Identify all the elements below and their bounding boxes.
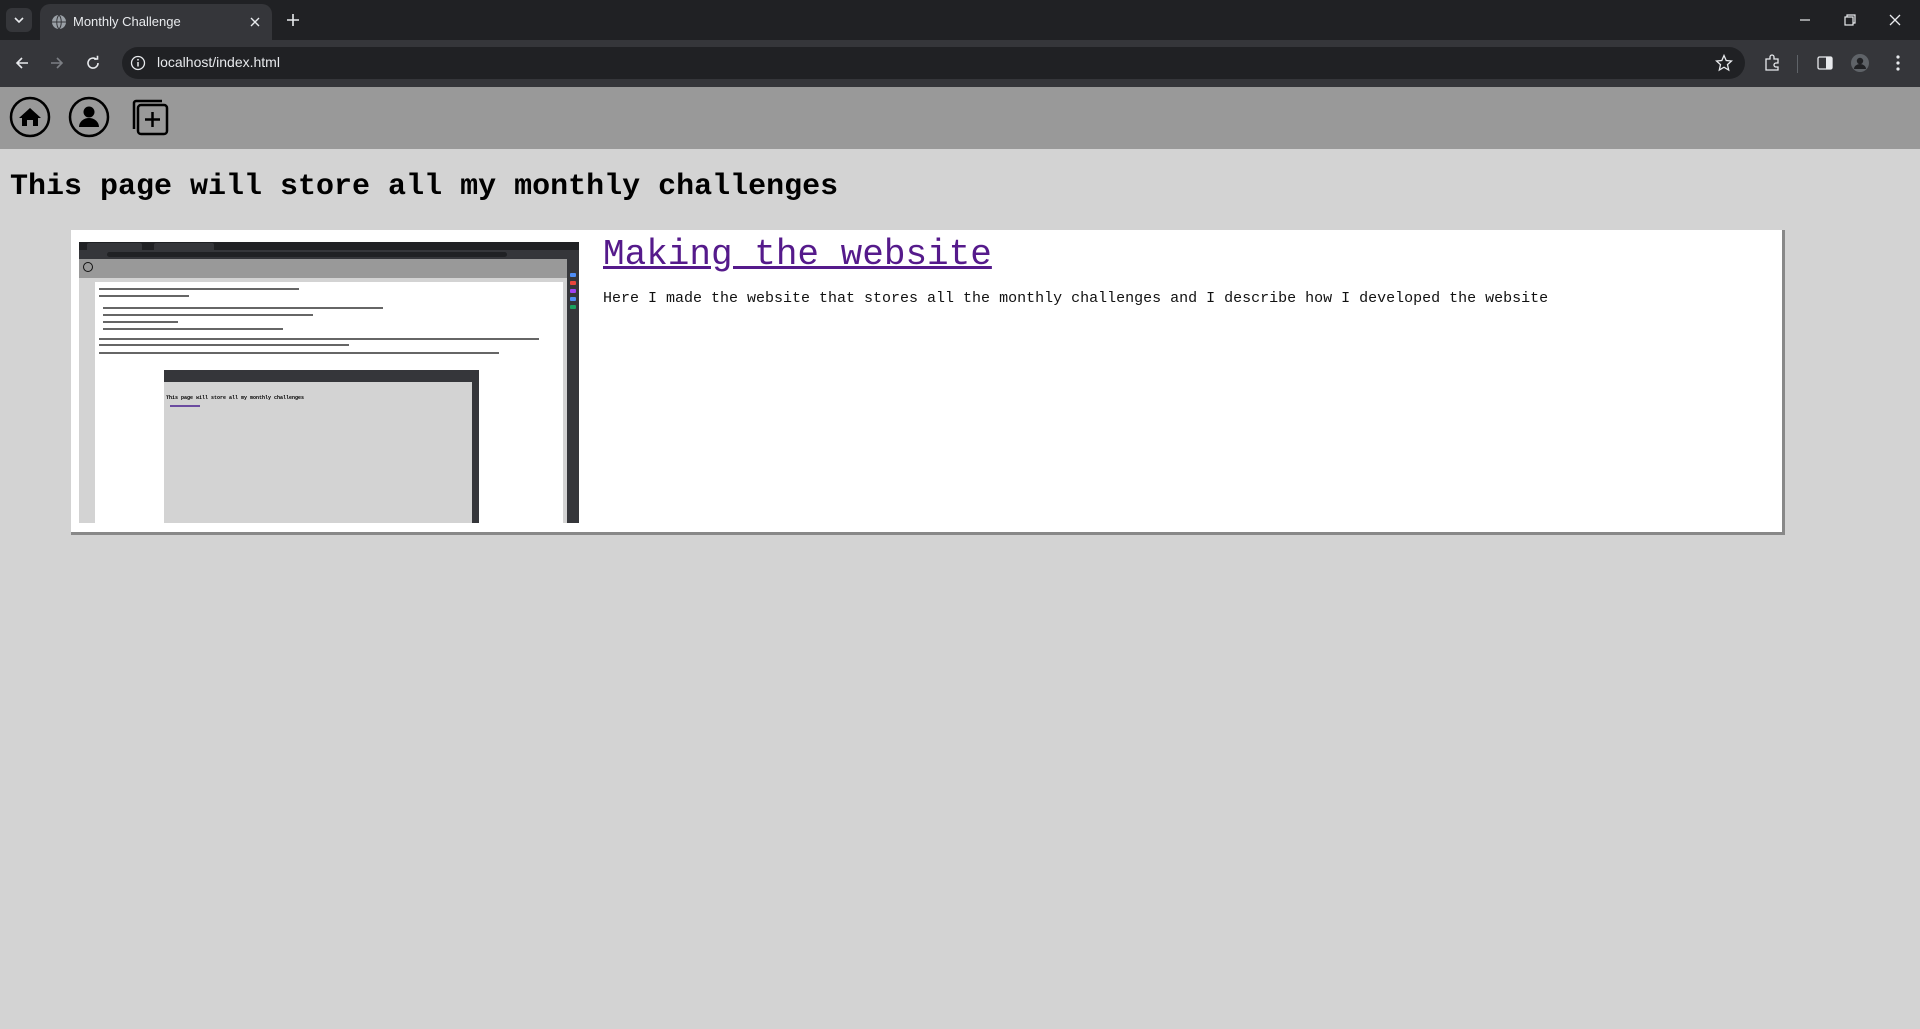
profile-link[interactable] bbox=[68, 96, 110, 138]
arrow-left-icon bbox=[15, 57, 28, 69]
add-square-icon bbox=[132, 99, 169, 136]
user-icon bbox=[68, 96, 110, 138]
thumbnail-nav bbox=[79, 259, 567, 278]
browser-tab-bar: Monthly Challenge bbox=[0, 0, 1920, 40]
thumbnail-tab bbox=[154, 243, 214, 250]
thumbnail-text-line bbox=[99, 288, 299, 290]
thumbnail-home-icon bbox=[83, 262, 93, 272]
browser-menu-button[interactable] bbox=[1888, 53, 1908, 73]
challenge-title-link[interactable]: Making the website bbox=[603, 234, 992, 275]
restore-icon bbox=[1844, 14, 1856, 26]
home-link[interactable] bbox=[9, 96, 51, 138]
challenge-card: This page will store all my monthly chal… bbox=[71, 230, 1785, 535]
info-icon bbox=[130, 55, 146, 71]
close-icon bbox=[1889, 14, 1901, 26]
nested-toolbar bbox=[164, 370, 479, 382]
add-challenge-link[interactable] bbox=[129, 96, 171, 138]
arrow-right-icon bbox=[51, 57, 64, 69]
challenge-description: Here I made the website that stores all … bbox=[603, 290, 1549, 307]
page-viewport: This page will store all my monthly chal… bbox=[0, 87, 1920, 1029]
thumbnail-text-line bbox=[99, 295, 189, 297]
more-vert-icon bbox=[1896, 55, 1900, 71]
restore-button[interactable] bbox=[1827, 6, 1873, 34]
reload-icon bbox=[87, 55, 99, 69]
address-bar[interactable]: localhost/index.html bbox=[122, 47, 1745, 79]
nested-link bbox=[170, 405, 200, 407]
thumbnail-text-line bbox=[103, 321, 178, 323]
toolbar-separator bbox=[1797, 55, 1798, 73]
tab-search-button[interactable] bbox=[6, 8, 32, 32]
thumbnail-text-line bbox=[103, 307, 383, 309]
globe-icon bbox=[52, 14, 66, 30]
close-icon bbox=[250, 17, 260, 27]
reload-button[interactable] bbox=[80, 50, 106, 76]
thumbnail-nested-screenshot: This page will store all my monthly chal… bbox=[164, 370, 479, 523]
bookmark-star-icon[interactable] bbox=[1715, 54, 1733, 72]
extensions-button[interactable] bbox=[1762, 53, 1782, 73]
back-button[interactable] bbox=[9, 50, 35, 76]
tab-close-button[interactable] bbox=[246, 13, 264, 31]
challenge-thumbnail[interactable]: This page will store all my monthly chal… bbox=[79, 242, 579, 523]
thumbnail-text-line bbox=[103, 314, 313, 316]
url-text: localhost/index.html bbox=[157, 54, 280, 70]
close-window-button[interactable] bbox=[1872, 6, 1918, 34]
browser-tab-active[interactable]: Monthly Challenge bbox=[40, 4, 272, 40]
minimize-button[interactable] bbox=[1782, 6, 1828, 34]
profile-button[interactable] bbox=[1850, 53, 1870, 73]
thumbnail-text-line bbox=[103, 328, 283, 330]
tab-title: Monthly Challenge bbox=[73, 14, 181, 29]
chevron-down-icon bbox=[14, 17, 24, 24]
thumbnail-address-bar bbox=[107, 252, 507, 257]
minimize-icon bbox=[1800, 19, 1810, 21]
plus-icon bbox=[287, 14, 299, 26]
nested-body bbox=[164, 382, 472, 523]
thumbnail-text-line bbox=[99, 352, 499, 354]
browser-toolbar: localhost/index.html bbox=[0, 40, 1920, 87]
thumbnail-text-line bbox=[99, 338, 539, 340]
forward-button[interactable] bbox=[44, 50, 70, 76]
side-panel-button[interactable] bbox=[1815, 53, 1835, 73]
thumbnail-text-line bbox=[99, 344, 349, 346]
profile-avatar-icon bbox=[1851, 54, 1869, 72]
nested-sidebar bbox=[472, 382, 479, 523]
thumbnail-tab bbox=[87, 243, 142, 250]
new-tab-button[interactable] bbox=[282, 9, 304, 31]
page-headline: This page will store all my monthly chal… bbox=[10, 170, 839, 204]
puzzle-icon bbox=[1765, 54, 1779, 71]
thumbnail-sidebar bbox=[567, 259, 579, 523]
home-icon bbox=[9, 96, 51, 138]
side-panel-icon bbox=[1817, 56, 1833, 70]
nested-headline: This page will store all my monthly chal… bbox=[166, 395, 305, 401]
site-nav-bar bbox=[0, 87, 1920, 149]
